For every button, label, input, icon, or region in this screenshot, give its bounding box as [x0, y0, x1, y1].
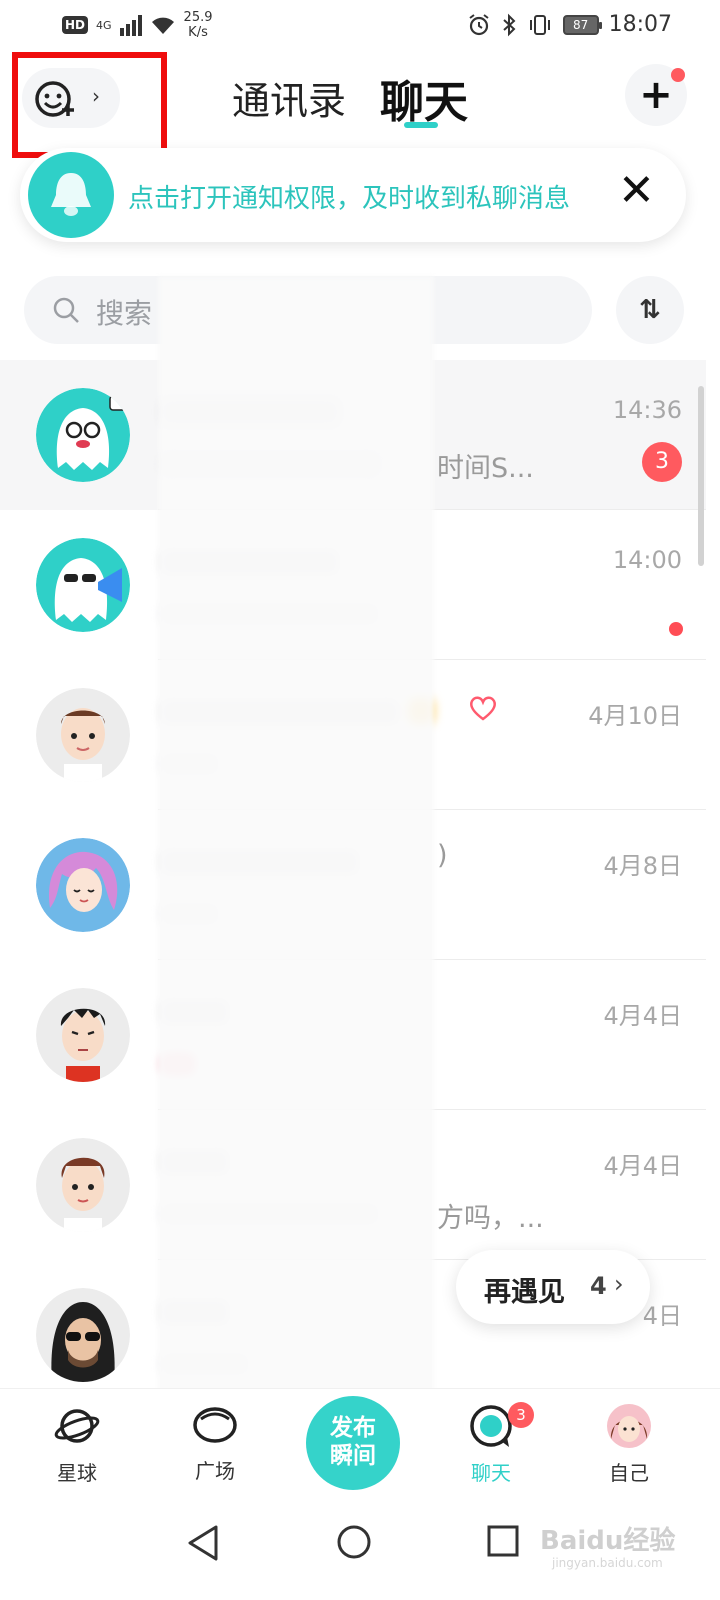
- nav-square[interactable]: 广场: [170, 1403, 260, 1497]
- nav-chat-label: 聊天: [471, 1461, 511, 1485]
- unread-dot: [669, 622, 683, 636]
- chat-unread-badge: 3: [508, 1402, 534, 1428]
- planet-icon: [54, 1409, 100, 1443]
- bluetooth-icon: [502, 13, 516, 36]
- meet-again-count: 4: [590, 1272, 607, 1300]
- highlight-annotation: [12, 52, 167, 158]
- status-bar: HD 4G 25.9 K/s 87 18:07: [0, 0, 720, 52]
- net-speed-unit: K/s: [188, 25, 208, 40]
- notification-banner-text: 点击打开通知权限，及时收到私聊消息: [128, 184, 571, 214]
- chat-time: 4日: [642, 1302, 682, 1330]
- privacy-blur-overlay: [158, 276, 434, 1396]
- search-placeholder: 搜索: [96, 297, 153, 330]
- avatar: [36, 1288, 130, 1382]
- profile-avatar-icon: [607, 1404, 651, 1448]
- avatar: [36, 388, 130, 482]
- publish-label-line1: 发布: [330, 1415, 376, 1441]
- square-icon: [193, 1407, 237, 1443]
- recents-square-icon[interactable]: [486, 1524, 520, 1558]
- home-circle-icon[interactable]: [336, 1524, 372, 1560]
- system-nav-bar: Baidu经验 jingyan.baidu.com: [0, 1496, 720, 1600]
- wifi-icon: [151, 17, 174, 34]
- nav-planet-label: 星球: [57, 1461, 97, 1485]
- avatar: [36, 688, 130, 782]
- top-header: › 通讯录 聊天 +: [0, 52, 720, 158]
- plus-notification-dot: [671, 68, 685, 82]
- chat-time: 4月4日: [603, 1002, 682, 1030]
- clock: 18:07: [608, 12, 672, 37]
- active-tab-indicator: [404, 122, 438, 128]
- meet-again-button[interactable]: 再遇见 4 ›: [456, 1250, 650, 1324]
- bell-icon: [28, 152, 114, 238]
- chat-time: 14:00: [612, 546, 682, 574]
- hd-indicator: HD: [62, 16, 89, 34]
- avatar: [36, 1138, 130, 1232]
- network-type: 4G: [96, 18, 112, 32]
- vibrate-icon: [529, 14, 550, 35]
- chat-time: 4月10日: [588, 702, 682, 730]
- net-speed: 25.9 K/s: [184, 10, 213, 40]
- avatar: [36, 838, 130, 932]
- status-left: HD 4G 25.9 K/s: [62, 10, 213, 40]
- avatar: [36, 538, 130, 632]
- sort-button[interactable]: ⇅: [616, 276, 684, 344]
- nav-square-label: 广场: [195, 1459, 235, 1483]
- scrollbar[interactable]: [698, 386, 704, 566]
- nav-me-label: 自己: [609, 1461, 649, 1485]
- unread-badge: 3: [642, 442, 682, 482]
- chevron-right-icon: ›: [614, 1270, 624, 1298]
- tab-contacts[interactable]: 通讯录: [232, 70, 346, 125]
- chat-time: 4月8日: [603, 852, 682, 880]
- nav-me[interactable]: 自己: [584, 1403, 674, 1497]
- watermark-url: jingyan.baidu.com: [552, 1556, 663, 1570]
- net-speed-value: 25.9: [183, 10, 213, 25]
- watermark-logo: Baidu经验: [540, 1526, 676, 1556]
- chat-preview: 方吗，...: [437, 1203, 544, 1234]
- meet-again-label: 再遇见: [484, 1277, 565, 1308]
- alarm-icon: [468, 13, 489, 35]
- nav-planet[interactable]: 星球: [32, 1403, 122, 1497]
- chat-preview: ): [437, 840, 448, 871]
- tab-chat[interactable]: 聊天: [380, 66, 468, 130]
- chat-time: 4月4日: [603, 1152, 682, 1180]
- back-triangle-icon[interactable]: [186, 1524, 220, 1562]
- publish-moment-button[interactable]: 发布 瞬间: [306, 1396, 400, 1490]
- battery-icon: 87: [562, 14, 602, 35]
- heart-icon: [470, 696, 496, 721]
- search-icon: [53, 297, 79, 323]
- avatar: [36, 988, 130, 1082]
- publish-label-line2: 瞬间: [330, 1443, 376, 1469]
- close-icon[interactable]: ✕: [618, 166, 655, 216]
- chat-preview: 时间S...: [437, 453, 534, 484]
- notification-permission-banner[interactable]: 点击打开通知权限，及时收到私聊消息 ✕: [20, 148, 686, 242]
- signal-icon: [119, 14, 142, 36]
- status-right: 87 18:07: [467, 12, 672, 37]
- chat-time: 14:36: [612, 396, 682, 424]
